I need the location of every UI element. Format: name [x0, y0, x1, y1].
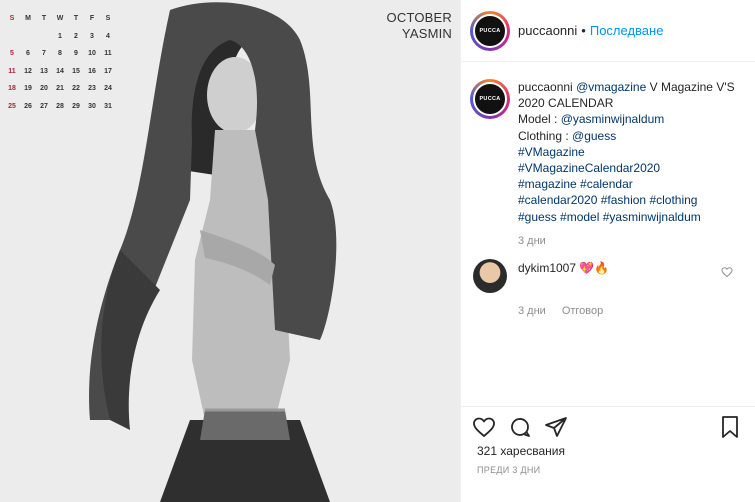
calendar-day: 19 — [24, 85, 32, 93]
comment-icon[interactable] — [507, 414, 533, 440]
like-icon[interactable] — [471, 414, 497, 440]
calendar-day: 12 — [24, 67, 32, 75]
calendar-day: 18 — [8, 85, 16, 93]
likes-count[interactable]: 321 харесвания — [477, 444, 565, 458]
comment-like-icon[interactable] — [721, 265, 733, 281]
photo-month-label: OCTOBER YASMIN — [387, 10, 452, 42]
calendar-day: 10 — [88, 50, 96, 58]
calendar-day: 1 — [58, 32, 62, 40]
caption-mention[interactable]: @vmagazine — [576, 80, 646, 94]
month-name: OCTOBER — [386, 10, 452, 25]
story-ring[interactable]: PUCCA — [470, 10, 510, 51]
calendar-day: 4 — [106, 32, 110, 40]
post-timestamp[interactable]: ПРЕДИ 3 ДНИ — [477, 465, 540, 475]
model-name: YASMIN — [401, 26, 452, 41]
post-caption: PUCCA puccaonni @vmagazine V Magazine V'… — [470, 79, 739, 225]
calendar-day: 15 — [72, 67, 80, 75]
caption-story-ring[interactable]: PUCCA — [470, 79, 510, 119]
weekday-label: S — [105, 15, 111, 23]
calendar-day: 17 — [104, 67, 112, 75]
weekday-label: W — [56, 15, 64, 23]
calendar-day: 30 — [88, 102, 96, 110]
caption-avatar: PUCCA — [473, 82, 507, 116]
calendar-day: 3 — [90, 32, 94, 40]
calendar-week: 1 2 3 4 — [4, 28, 116, 46]
clothing-mention[interactable]: @guess — [572, 129, 616, 143]
weekday-label: F — [89, 15, 95, 23]
hashtag-line[interactable]: #guess #model #yasminwijnaldum — [518, 210, 701, 224]
calendar-week: 5 6 7 8 9 10 11 — [4, 45, 116, 63]
calendar-day: 21 — [56, 85, 64, 93]
weekday-label: M — [25, 15, 31, 23]
calendar-day: 28 — [56, 102, 64, 110]
weekday-label: T — [41, 15, 47, 23]
hashtag-line[interactable]: #magazine #calendar — [518, 177, 633, 191]
calendar-day: 13 — [40, 67, 48, 75]
calendar-week: 25 26 27 28 29 30 31 — [4, 98, 116, 116]
photo-calendar: S M T W T F S 1 2 3 4 5 6 7 8 9 10 11 11… — [4, 10, 116, 115]
commenter-username[interactable]: dykim1007 — [518, 261, 576, 275]
comment-meta: 3 дни Отговор — [518, 305, 739, 317]
clothing-label: Clothing : — [518, 128, 573, 143]
calendar-day: 7 — [42, 50, 46, 58]
commenter-avatar[interactable] — [473, 258, 507, 293]
weekday-label: T — [73, 15, 79, 23]
calendar-day: 11 — [104, 50, 112, 58]
post-header: PUCCA puccaonni • Последване — [461, 0, 755, 62]
action-bar — [461, 406, 755, 446]
model-label: Model : — [518, 112, 561, 127]
calendar-day: 11 — [8, 67, 16, 75]
comment-body: dykim1007 💖🔥 — [518, 259, 609, 293]
avatar: PUCCA — [473, 13, 507, 48]
comment-item: dykim1007 💖🔥 — [470, 258, 739, 293]
calendar-day: 26 — [24, 102, 32, 110]
bookmark-icon[interactable] — [719, 415, 741, 442]
post-sidebar: PUCCA puccaonni • Последване PUCCA pucca… — [460, 0, 755, 502]
calendar-day: 27 — [40, 102, 48, 110]
comments-section: PUCCA puccaonni @vmagazine V Magazine V'… — [461, 63, 755, 405]
share-icon[interactable] — [543, 414, 569, 440]
calendar-weekdays: S M T W T F S — [4, 10, 116, 28]
calendar-day: 9 — [74, 50, 78, 58]
calendar-day: 6 — [26, 50, 30, 58]
reply-button[interactable]: Отговор — [562, 305, 603, 317]
calendar-day: 29 — [72, 102, 80, 110]
caption-time[interactable]: 3 дни — [518, 235, 739, 247]
calendar-day: 22 — [72, 85, 80, 93]
caption-username[interactable]: puccaonni — [518, 80, 573, 94]
calendar-day: 2 — [74, 32, 78, 40]
follow-button[interactable]: Последване — [590, 23, 664, 38]
calendar-day: 25 — [8, 102, 16, 110]
comment-time[interactable]: 3 дни — [518, 305, 546, 317]
calendar-day: 5 — [10, 50, 14, 58]
post-photo[interactable]: S M T W T F S 1 2 3 4 5 6 7 8 9 10 11 11… — [0, 0, 460, 502]
model-mention[interactable]: @yasminwijnaldum — [561, 112, 665, 126]
calendar-day: 23 — [88, 85, 96, 93]
calendar-week: 11 12 13 14 15 16 17 — [4, 63, 116, 81]
comment-text: 💖🔥 — [579, 260, 609, 275]
caption-text: puccaonni @vmagazine V Magazine V'S 2020… — [518, 79, 738, 225]
hashtag-line[interactable]: #VMagazine — [518, 145, 585, 159]
weekday-label: S — [9, 15, 15, 23]
calendar-day: 20 — [40, 85, 48, 93]
calendar-day: 31 — [104, 102, 112, 110]
separator-dot: • — [581, 23, 586, 38]
calendar-day: 14 — [56, 67, 64, 75]
header-username[interactable]: puccaonni — [518, 23, 577, 38]
calendar-day: 8 — [58, 50, 62, 58]
hashtag-line[interactable]: #calendar2020 #fashion #clothing — [518, 193, 697, 207]
calendar-day: 24 — [104, 85, 112, 93]
calendar-day: 16 — [88, 67, 96, 75]
calendar-week: 18 19 20 21 22 23 24 — [4, 80, 116, 98]
hashtag-line[interactable]: #VMagazineCalendar2020 — [518, 161, 660, 175]
instagram-post: S M T W T F S 1 2 3 4 5 6 7 8 9 10 11 11… — [0, 0, 755, 502]
